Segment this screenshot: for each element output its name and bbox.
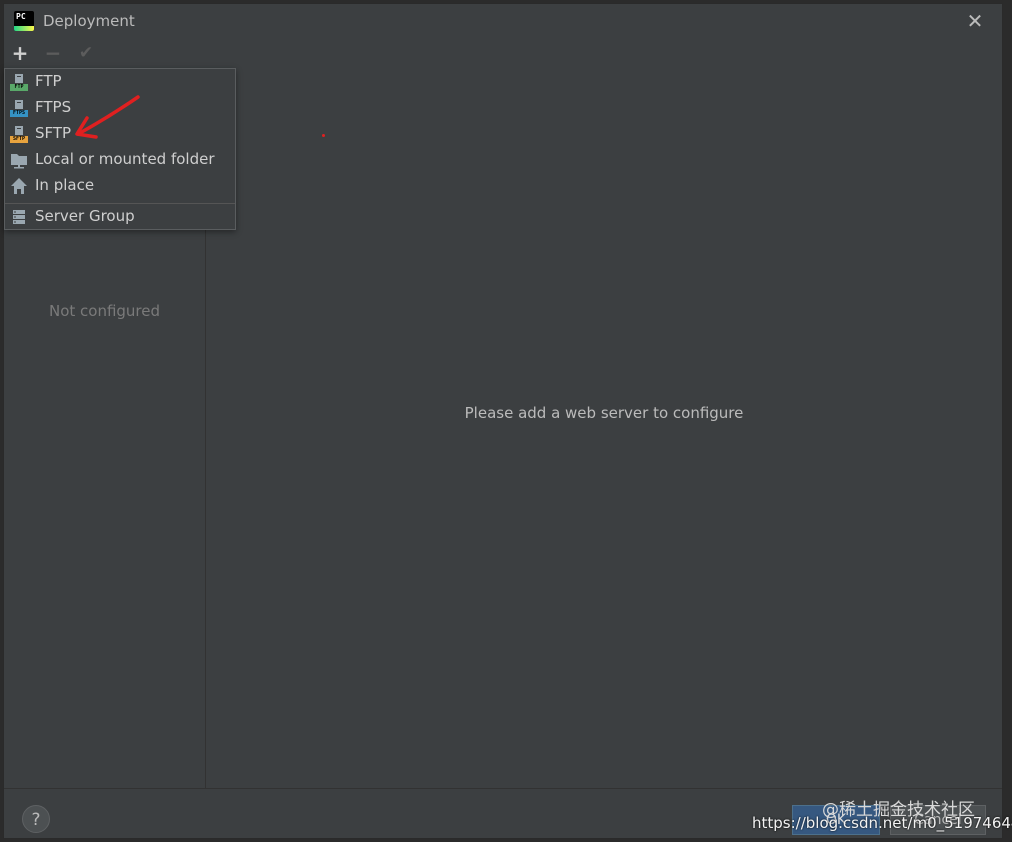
server-config-panel: Please add a web server to configure bbox=[206, 38, 1002, 788]
menu-item-in-place[interactable]: In place bbox=[5, 173, 235, 199]
home-icon bbox=[10, 177, 28, 195]
app-icon-strip bbox=[14, 26, 34, 31]
add-server-button[interactable]: + bbox=[7, 38, 33, 68]
remove-server-button[interactable]: − bbox=[40, 38, 66, 68]
annotation-arrow-icon bbox=[75, 95, 140, 139]
app-icon-text: PC bbox=[16, 12, 26, 21]
ftp-icon: FTP bbox=[10, 73, 28, 91]
menu-item-server-group[interactable]: Server Group bbox=[5, 204, 235, 230]
watermark-csdn-url: https://blog.csdn.net/m0_51974644 bbox=[752, 814, 1012, 832]
title-bar: PC Deployment ✕ bbox=[4, 4, 1002, 38]
menu-item-label: FTP bbox=[35, 72, 62, 90]
menu-item-label: Server Group bbox=[35, 207, 135, 225]
close-icon[interactable]: ✕ bbox=[964, 10, 986, 32]
pycharm-app-icon: PC bbox=[14, 11, 34, 31]
server-group-icon bbox=[10, 208, 28, 226]
folder-icon bbox=[10, 151, 28, 169]
empty-config-message: Please add a web server to configure bbox=[464, 404, 744, 422]
sftp-icon: SFTP bbox=[10, 125, 28, 143]
menu-item-local-folder[interactable]: Local or mounted folder bbox=[5, 147, 235, 173]
menu-item-label: Local or mounted folder bbox=[35, 150, 215, 168]
annotation-dot bbox=[322, 134, 325, 137]
apply-check-button[interactable]: ✔ bbox=[73, 38, 99, 68]
help-button[interactable]: ? bbox=[22, 805, 50, 833]
menu-item-label: FTPS bbox=[35, 98, 72, 116]
server-list-toolbar: + − ✔ bbox=[4, 38, 205, 68]
window-title: Deployment bbox=[43, 12, 135, 30]
ftps-icon: FTPS bbox=[10, 99, 28, 117]
not-configured-text: Not configured bbox=[48, 302, 161, 320]
menu-item-label: In place bbox=[35, 176, 95, 194]
menu-item-label: SFTP bbox=[35, 124, 72, 142]
